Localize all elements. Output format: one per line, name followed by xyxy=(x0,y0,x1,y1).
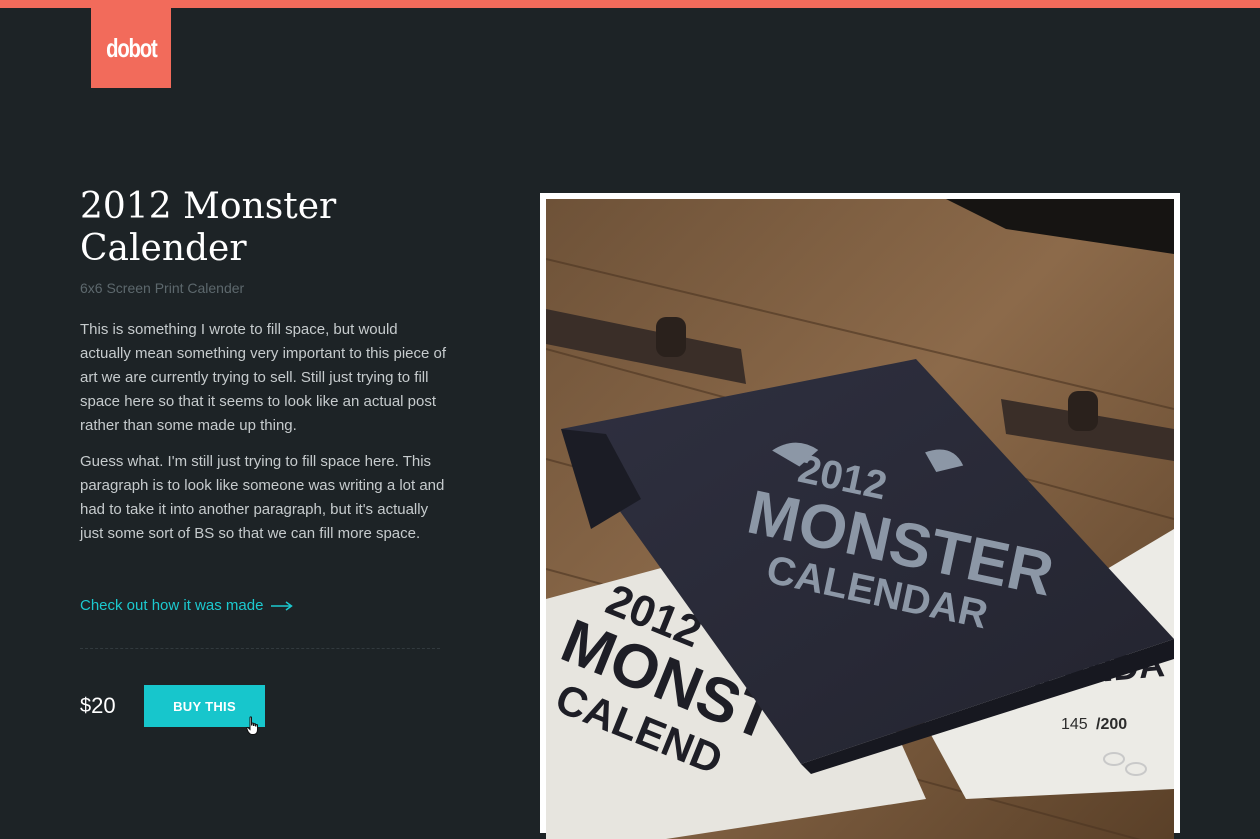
svg-text:145: 145 xyxy=(1061,716,1088,733)
long-arrow-right-icon xyxy=(271,601,294,611)
description-paragraph-2: Guess what. I'm still just trying to fil… xyxy=(80,453,445,542)
hand-cursor-icon xyxy=(246,716,258,735)
price-amount: 20 xyxy=(91,693,116,718)
price-currency: $ xyxy=(80,695,92,717)
logo[interactable]: dobot xyxy=(91,8,171,88)
page-title: 2012 Monster Calender xyxy=(80,186,337,269)
how-it-was-made-label: Check out how it was made xyxy=(80,597,264,614)
section-divider xyxy=(80,648,440,649)
description-paragraph-1: This is something I wrote to fill space,… xyxy=(80,321,447,434)
how-it-was-made-link[interactable]: Check out how it was made xyxy=(80,596,294,616)
price: $ 20 xyxy=(80,692,116,720)
logo-text: dobot xyxy=(105,32,158,63)
svg-text:/200: /200 xyxy=(1096,716,1127,733)
top-accent-bar xyxy=(0,0,1260,8)
product-photo-frame: ALENDA 145 /200 2012 MONST CALEND xyxy=(540,193,1180,839)
page-subtitle: 6x6 Screen Print Calender xyxy=(80,280,245,296)
product-photo: ALENDA 145 /200 2012 MONST CALEND xyxy=(546,199,1174,839)
